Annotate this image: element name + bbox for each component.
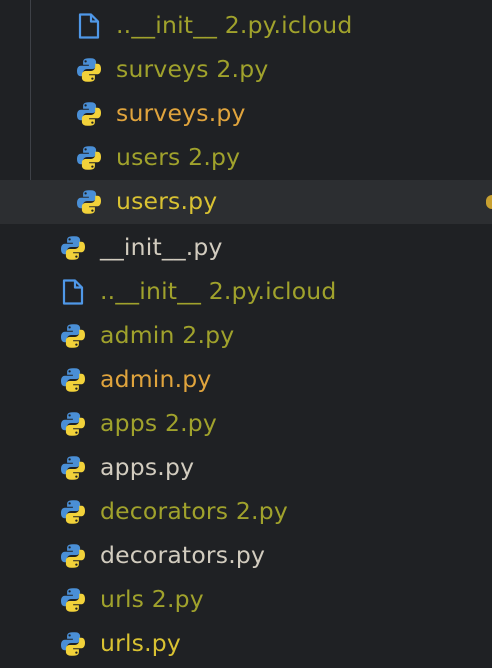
python-icon: [58, 233, 88, 263]
file-label: surveys 2.py: [116, 55, 269, 84]
file-row-init[interactable]: __init__.py: [0, 226, 492, 270]
file-row-decorators[interactable]: decorators.py: [0, 534, 492, 578]
file-label: admin 2.py: [100, 321, 235, 350]
file-label: urls.py: [100, 629, 182, 658]
file-label: admin.py: [100, 365, 212, 394]
file-icon: [74, 11, 104, 41]
python-icon: [58, 409, 88, 439]
file-label: apps.py: [100, 453, 195, 482]
python-icon: [58, 541, 88, 571]
file-row-apps-2[interactable]: apps 2.py: [0, 402, 492, 446]
python-icon: [74, 99, 104, 129]
file-explorer-tree: ..__init__ 2.py.icloud surveys 2.py surv…: [0, 0, 492, 668]
file-label: apps 2.py: [100, 409, 217, 438]
file-label: decorators.py: [100, 541, 266, 570]
python-icon: [74, 143, 104, 173]
file-row-urls-2[interactable]: urls 2.py: [0, 578, 492, 622]
file-row-users-2[interactable]: users 2.py: [0, 136, 492, 180]
file-row-init-2-icloud[interactable]: ..__init__ 2.py.icloud: [0, 270, 492, 314]
file-icon: [58, 277, 88, 307]
python-icon: [58, 453, 88, 483]
file-row-urls[interactable]: urls.py: [0, 622, 492, 666]
file-label: users 2.py: [116, 143, 241, 172]
file-label: ..__init__ 2.py.icloud: [100, 277, 337, 306]
file-row-users-selected[interactable]: users.py: [0, 180, 492, 224]
modified-indicator-icon: [486, 195, 492, 209]
python-icon: [58, 321, 88, 351]
file-row-admin-2[interactable]: admin 2.py: [0, 314, 492, 358]
file-label: ..__init__ 2.py.icloud: [116, 11, 353, 40]
python-icon: [74, 55, 104, 85]
python-icon: [58, 629, 88, 659]
file-label: urls 2.py: [100, 585, 204, 614]
file-row-decorators-2[interactable]: decorators 2.py: [0, 490, 492, 534]
python-icon: [58, 585, 88, 615]
file-row-admin[interactable]: admin.py: [0, 358, 492, 402]
file-label: users.py: [116, 187, 218, 216]
file-label: decorators 2.py: [100, 497, 288, 526]
python-icon: [58, 365, 88, 395]
file-row-surveys[interactable]: surveys.py: [0, 92, 492, 136]
python-icon: [74, 187, 104, 217]
file-row-init-2-icloud-nested[interactable]: ..__init__ 2.py.icloud: [0, 4, 492, 48]
file-label: surveys.py: [116, 99, 246, 128]
file-row-surveys-2[interactable]: surveys 2.py: [0, 48, 492, 92]
file-row-apps[interactable]: apps.py: [0, 446, 492, 490]
file-label: __init__.py: [100, 233, 223, 262]
python-icon: [58, 497, 88, 527]
